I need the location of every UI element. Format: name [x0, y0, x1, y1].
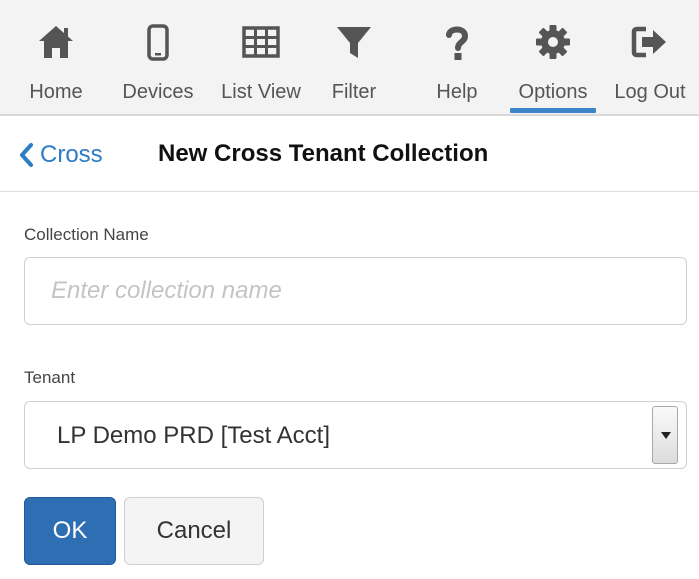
toolbar-filter[interactable]: Filter: [316, 0, 392, 114]
toolbar-help[interactable]: Help: [420, 0, 494, 114]
toolbar-log-out-label: Log Out: [614, 81, 686, 103]
toolbar-list-view-label: List View: [221, 81, 301, 103]
page-title: New Cross Tenant Collection: [158, 140, 489, 167]
collection-name-label: Collection Name: [24, 225, 149, 244]
tenant-selected-value: LP Demo PRD [Test Acct]: [57, 422, 330, 449]
toolbar-filter-label: Filter: [331, 81, 377, 103]
ok-button[interactable]: OK: [24, 497, 116, 565]
page-header: Cross New Cross Tenant Collection: [0, 118, 699, 192]
toolbar-help-label: Help: [436, 81, 478, 103]
gear-icon: [536, 25, 570, 59]
grid-icon: [242, 26, 280, 58]
home-icon: [39, 26, 73, 58]
top-toolbar: Home Devices List View Filter Help Optio…: [0, 0, 699, 116]
tenant-label: Tenant: [24, 368, 76, 387]
chevron-left-icon: [20, 143, 33, 167]
toolbar-log-out[interactable]: Log Out: [604, 0, 696, 114]
chevron-down-icon: [661, 432, 671, 439]
collection-name-input[interactable]: [24, 257, 687, 325]
toolbar-home-label: Home: [29, 81, 83, 103]
cancel-button[interactable]: Cancel: [124, 497, 264, 565]
toolbar-devices[interactable]: Devices: [112, 0, 204, 114]
toolbar-devices-label: Devices: [122, 81, 194, 103]
question-icon: [446, 26, 469, 60]
mobile-icon: [147, 24, 169, 61]
back-link-label: Cross: [40, 141, 103, 168]
toolbar-list-view[interactable]: List View: [212, 0, 310, 114]
tenant-select[interactable]: LP Demo PRD [Test Acct]: [24, 401, 687, 469]
back-link[interactable]: Cross: [16, 140, 103, 170]
toolbar-options[interactable]: Options: [506, 0, 600, 114]
toolbar-options-label: Options: [518, 81, 588, 103]
dropdown-button[interactable]: [652, 406, 678, 464]
active-tab-indicator: [510, 108, 596, 113]
logout-icon: [631, 26, 666, 58]
filter-icon: [337, 27, 371, 58]
toolbar-home[interactable]: Home: [14, 0, 98, 114]
